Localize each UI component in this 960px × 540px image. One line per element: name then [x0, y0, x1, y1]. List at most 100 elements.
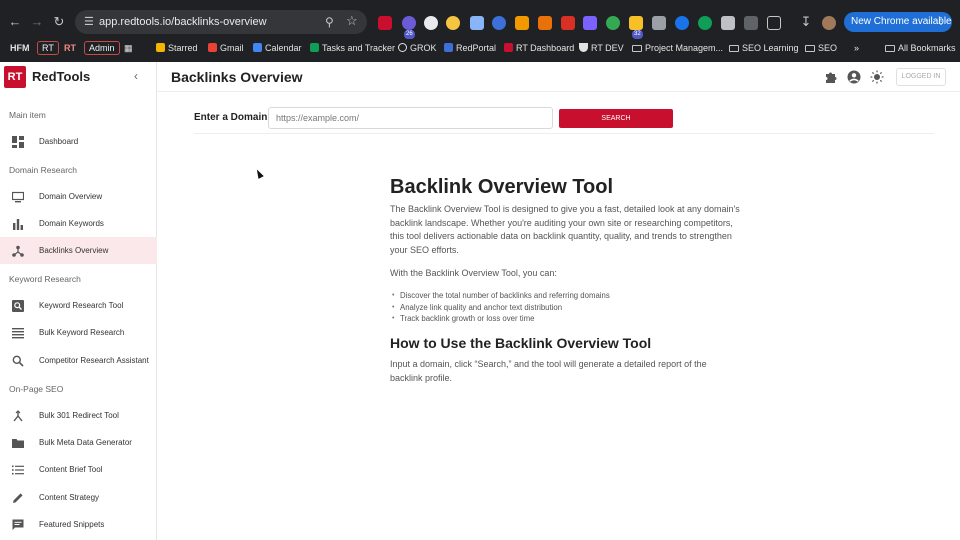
bookmark-star-icon[interactable]: ☆	[346, 13, 358, 29]
bookmark-seo[interactable]: SEO	[805, 41, 837, 55]
circle-extension-icon[interactable]	[698, 16, 712, 30]
sidebar-item-backlinks-overview[interactable]: Backlinks Overview	[0, 237, 157, 264]
sidebar-item-content-strategy[interactable]: Content Strategy	[0, 484, 157, 511]
merge-icon	[12, 410, 24, 422]
link-extension-icon[interactable]	[424, 16, 438, 30]
sidebar-item-competitor-research-assistant[interactable]: Competitor Research Assistant	[0, 347, 157, 374]
sidebar-item-domain-overview[interactable]: Domain Overview	[0, 183, 157, 210]
collapse-sidebar-icon[interactable]: ‹	[134, 68, 138, 84]
bookmark-rt-dashboard[interactable]: RT Dashboard	[504, 41, 574, 55]
fox-extension-icon[interactable]	[538, 16, 552, 30]
bookmark-gmail[interactable]: Gmail	[208, 41, 244, 55]
extension-icon[interactable]	[402, 16, 416, 30]
account-icon[interactable]	[847, 70, 861, 84]
sidebar-item-keyword-research-tool[interactable]: Keyword Research Tool	[0, 292, 157, 319]
bookmark-rt-dev[interactable]: RT DEV	[579, 41, 624, 55]
sidebar-item-bulk-keyword-research[interactable]: Bulk Keyword Research	[0, 319, 157, 346]
c-extension-icon[interactable]	[744, 16, 758, 30]
search-icon	[12, 355, 24, 367]
kebab-menu-icon[interactable]: ⋮	[936, 12, 946, 32]
reload-icon[interactable]: ↻	[49, 12, 69, 32]
sidebar-item-domain-keywords[interactable]: Domain Keywords	[0, 210, 157, 237]
redtools-logo: RT	[4, 66, 26, 88]
brand[interactable]: RT RedTools ‹	[0, 62, 157, 92]
domain-label: Enter a Domain:	[194, 112, 271, 123]
theme-sun-icon[interactable]	[870, 70, 884, 84]
s-extension-icon[interactable]	[561, 16, 575, 30]
sidebar-item-dashboard[interactable]: Dashboard	[0, 128, 157, 155]
howto-heading: How to Use the Backlink Overview Tool	[390, 335, 652, 351]
d-extension-icon[interactable]	[583, 16, 597, 30]
grammar-extension-icon[interactable]	[606, 16, 620, 30]
bookmarks-bar: HFM RT RT Admin ▦ Starred Gmail Calendar…	[0, 38, 960, 58]
bookmark-rt[interactable]: RT	[64, 41, 76, 55]
bookmark-tasks[interactable]: Tasks and Tracker	[310, 41, 395, 55]
sidebar-item-bulk-301-redirect-tool[interactable]: Bulk 301 Redirect Tool	[0, 402, 157, 429]
logged-in-status[interactable]: LOGGED IN	[896, 68, 946, 86]
bookmark-all[interactable]: All Bookmarks	[885, 41, 956, 55]
list-icon	[12, 464, 24, 476]
sidebar-item-label: Bulk 301 Redirect Tool	[39, 411, 119, 420]
seo-extension-icon[interactable]	[378, 16, 392, 30]
sidebar-item-content-brief-tool[interactable]: Content Brief Tool	[0, 456, 157, 483]
download-icon[interactable]: ↧	[796, 12, 816, 32]
pencil-icon	[12, 492, 24, 504]
hub-icon	[12, 245, 24, 257]
feature-list: Discover the total number of backlinks a…	[392, 290, 610, 325]
amazon-extension-icon[interactable]	[515, 16, 529, 30]
mouse-cursor-icon	[254, 168, 264, 179]
bookmark-starred[interactable]: Starred	[156, 41, 198, 55]
domain-input[interactable]	[268, 107, 553, 129]
sidebar-item-label: Domain Keywords	[39, 219, 104, 228]
browser-toolbar: ← → ↻ ☰ app.redtools.io/backlinks-overvi…	[0, 0, 960, 62]
puzzle-icon[interactable]	[824, 70, 838, 84]
bookmark-rt-box[interactable]: RT	[37, 41, 59, 55]
folder-icon	[805, 45, 815, 52]
list-item: Track backlink growth or loss over time	[392, 313, 610, 325]
sidebar-item-label: Domain Overview	[39, 192, 103, 201]
folder-icon	[632, 45, 642, 52]
bookmark-redportal[interactable]: RedPortal	[444, 41, 496, 55]
chat-extension-icon[interactable]	[446, 16, 460, 30]
sidebar-item-label: Dashboard	[39, 137, 79, 146]
bookmark-grok[interactable]: GROK	[398, 41, 437, 55]
grid-extension-icon[interactable]	[470, 16, 484, 30]
address-row: ← → ↻ ☰ app.redtools.io/backlinks-overvi…	[0, 8, 960, 39]
gear-extension-icon[interactable]	[675, 16, 689, 30]
search-box-icon	[12, 300, 24, 312]
bookmark-seo-learning[interactable]: SEO Learning	[729, 41, 799, 55]
back-arrow-icon[interactable]: ←	[5, 12, 25, 32]
stats-extension-icon[interactable]	[629, 16, 643, 30]
section-keyword-research: Keyword Research	[9, 274, 81, 284]
folder-icon	[12, 437, 24, 449]
forward-arrow-icon[interactable]: →	[27, 12, 47, 32]
more-bookmarks-icon[interactable]: »	[854, 41, 859, 55]
section-domain-research: Domain Research	[9, 165, 78, 175]
article-heading: Backlink Overview Tool	[390, 176, 614, 198]
address-bar[interactable]: ☰ app.redtools.io/backlinks-overview ⚲ ☆	[75, 10, 367, 34]
sidebar-item-label: Bulk Keyword Research	[39, 328, 125, 337]
zoom-icon[interactable]: ⚲	[325, 14, 334, 30]
apps-grid-icon[interactable]: ▦	[124, 41, 133, 55]
globe-extension-icon[interactable]	[492, 16, 506, 30]
mountain-extension-icon[interactable]	[721, 16, 735, 30]
bookmark-project-management[interactable]: Project Managem...	[632, 41, 723, 55]
profile-avatar[interactable]	[822, 16, 836, 30]
bookmark-admin[interactable]: Admin	[84, 41, 120, 55]
brand-name: RedTools	[32, 69, 91, 84]
search-button[interactable]: SEARCH	[559, 109, 673, 128]
puzzle-extensions-icon[interactable]	[767, 16, 781, 30]
folder-icon	[729, 45, 739, 52]
site-info-icon[interactable]: ☰	[84, 15, 94, 29]
bookmark-calendar[interactable]: Calendar	[253, 41, 302, 55]
rt-dev-icon	[579, 43, 588, 52]
drive-icon	[156, 43, 165, 52]
sidebar-item-bulk-meta-data-generator[interactable]: Bulk Meta Data Generator	[0, 429, 157, 456]
sidebar-item-featured-snippets[interactable]: Featured Snippets	[0, 511, 157, 538]
sidebar-item-label: Featured Snippets	[39, 520, 105, 529]
new-chrome-available-button[interactable]: New Chrome available ⋮	[844, 12, 952, 32]
divider	[194, 133, 934, 134]
bookmark-hfm[interactable]: HFM	[10, 41, 30, 55]
sidebar-item-label: Keyword Research Tool	[39, 301, 124, 310]
camera-extension-icon[interactable]	[652, 16, 666, 30]
